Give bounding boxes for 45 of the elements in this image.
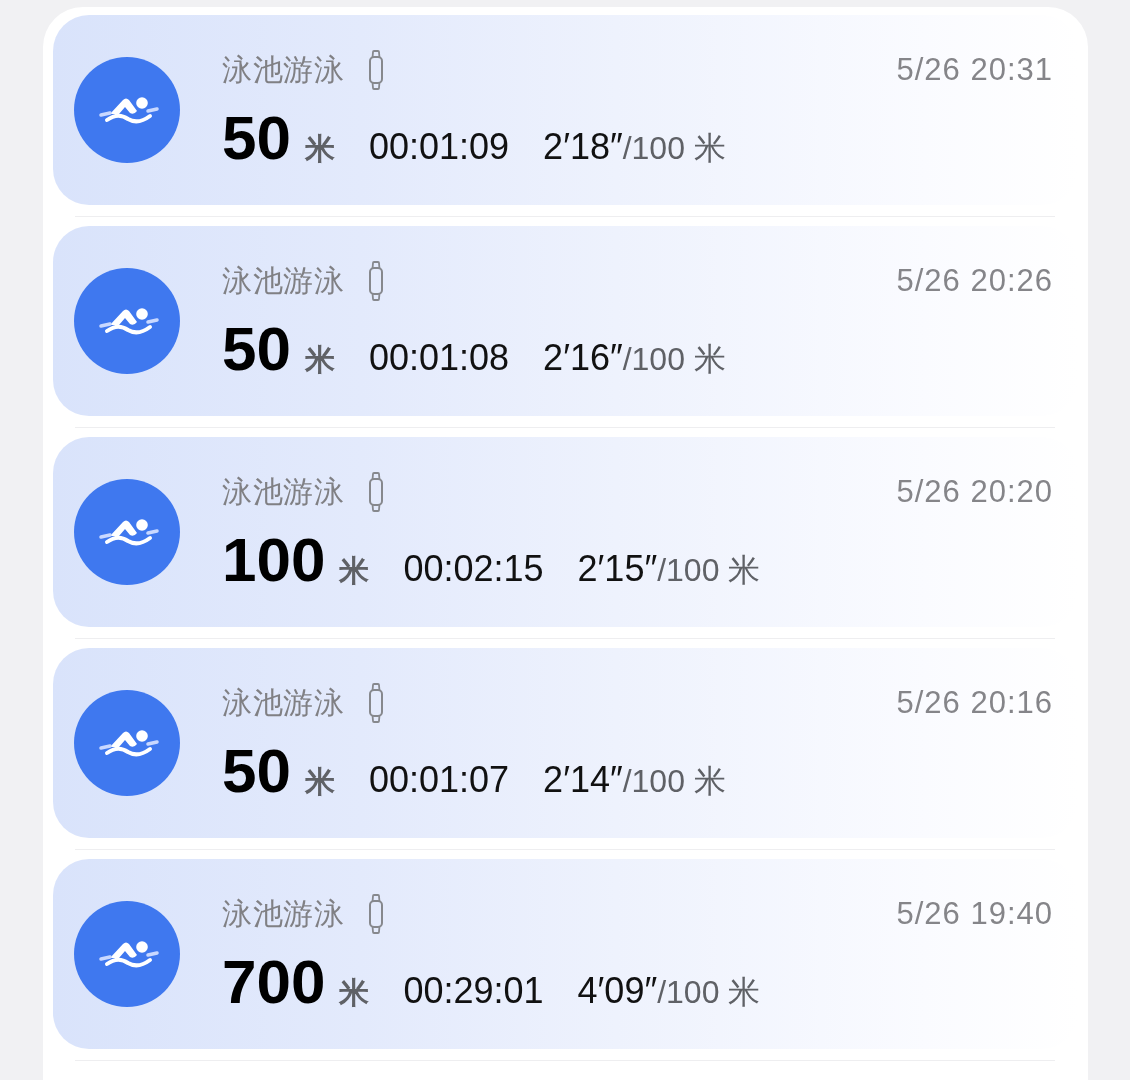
- pace-unit: /100 米: [657, 551, 761, 590]
- pace-value: 2′15″: [577, 547, 658, 591]
- pace-unit: /100 米: [657, 973, 761, 1012]
- duration-text: 00:02:15: [403, 547, 544, 591]
- swimmer-icon: [74, 690, 180, 796]
- pace-unit: /100 米: [622, 129, 726, 168]
- swimmer-icon: [74, 57, 180, 163]
- pace-value: 2′18″: [543, 125, 623, 169]
- pace-value: 4′09″: [577, 969, 658, 1013]
- band-icon: [368, 683, 384, 723]
- distance-unit: 米: [304, 131, 335, 167]
- distance-unit: 米: [339, 975, 370, 1011]
- date-time: 5/26 19:40: [896, 895, 1053, 933]
- swimmer-icon: [74, 479, 180, 585]
- date-time: 5/26 20:20: [896, 473, 1053, 511]
- pace-value: 2′16″: [543, 336, 623, 380]
- workout-type: 泳池游泳: [222, 263, 344, 299]
- distance-value: 50: [222, 736, 291, 806]
- duration-text: 00:01:09: [368, 125, 510, 169]
- swimmer-icon: [74, 268, 180, 374]
- workout-type: 泳池游泳: [222, 52, 344, 88]
- pace-unit: /100 米: [622, 340, 726, 379]
- pace-unit: /100 米: [622, 762, 726, 801]
- distance-unit: 米: [304, 342, 335, 378]
- distance-value: 100: [222, 525, 326, 595]
- band-icon: [368, 50, 384, 90]
- swimmer-icon: [74, 901, 180, 1007]
- date-time: 5/26 20:31: [896, 51, 1053, 89]
- band-icon: [368, 261, 384, 301]
- duration-text: 00:29:01: [403, 969, 544, 1013]
- duration-text: 00:01:08: [368, 336, 510, 380]
- date-time: 5/26 20:16: [896, 684, 1053, 722]
- distance-unit: 米: [339, 553, 370, 589]
- distance-value: 50: [222, 103, 291, 173]
- workout-type: 泳池游泳: [222, 685, 344, 721]
- duration-text: 00:01:07: [368, 758, 510, 802]
- distance-unit: 米: [304, 764, 335, 800]
- band-icon: [368, 472, 384, 512]
- date-time: 5/26 20:26: [896, 262, 1053, 300]
- workout-type: 泳池游泳: [222, 896, 344, 932]
- band-icon: [368, 894, 384, 934]
- pace-value: 2′14″: [543, 758, 623, 802]
- workout-type: 泳池游泳: [222, 474, 344, 510]
- distance-value: 50: [222, 314, 291, 384]
- distance-value: 700: [222, 947, 326, 1017]
